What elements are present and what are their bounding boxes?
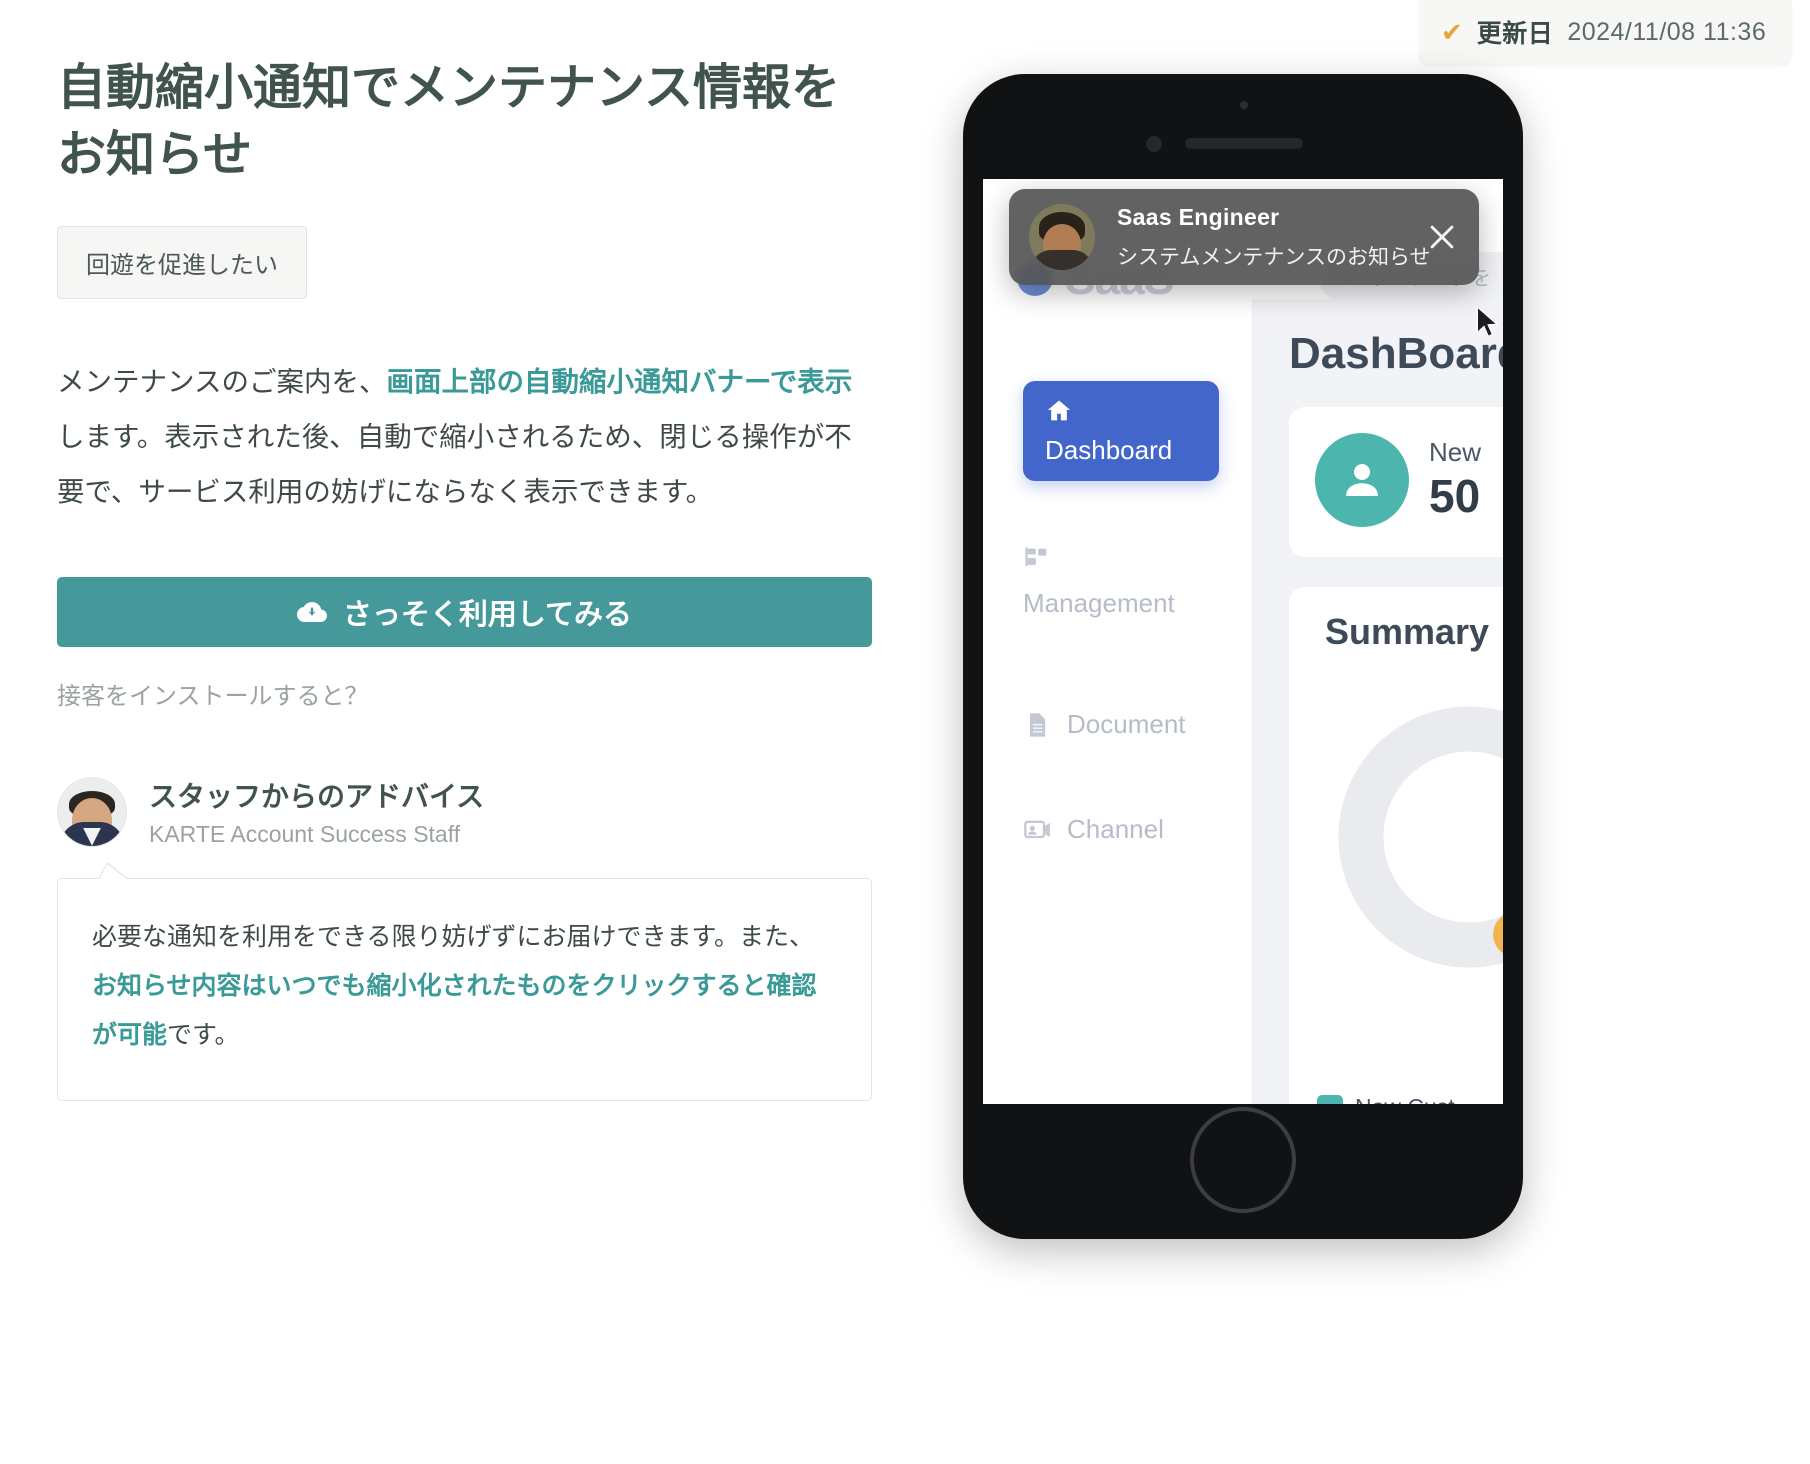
notification-title: Saas Engineer: [1117, 203, 1280, 230]
staff-role: KARTE Account Success Staff: [149, 821, 461, 848]
notification-banner[interactable]: Saas Engineer システムメンテナンスのお知らせ: [1009, 189, 1479, 285]
install-note[interactable]: 接客をインストールすると？: [57, 676, 877, 711]
phone-sensor-dot: [1240, 101, 1248, 109]
lead-paragraph: メンテナンスのご案内を、画面上部の自動縮小通知バナーで表示します。表示された後、…: [57, 354, 877, 519]
sidebar-item-dashboard[interactable]: Dashboard: [1023, 381, 1219, 481]
lead-highlight: 画面上部の自動縮小通知バナーで表示: [386, 366, 853, 398]
phone-speaker: [1185, 138, 1303, 149]
advice-bubble: 必要な通知を利用をできる限り妨げずにお届けできます。また、お知らせ内容はいつでも…: [57, 862, 872, 1101]
person-avatar-circle: [1315, 433, 1409, 527]
sidebar-item-dashboard-label: Dashboard: [1045, 435, 1173, 465]
advice-text: 必要な通知を利用をできる限り妨げずにお届けできます。また、お知らせ内容はいつでも…: [92, 913, 837, 1059]
sidebar-item-management-label: Management: [1023, 588, 1175, 618]
advice-text-1: 必要な通知を利用をできる限り妨げずにお届けできます。また、: [92, 923, 815, 952]
sidebar-item-management[interactable]: Management: [1023, 544, 1223, 619]
updated-at-value: 2024/11/08 11:36: [1567, 17, 1767, 46]
mouse-cursor-icon: [1476, 306, 1499, 338]
summary-title: Summary: [1325, 611, 1490, 652]
new-customers-card: New 50: [1289, 407, 1503, 557]
sidebar-item-document[interactable]: Document: [1023, 709, 1223, 740]
legend-swatch-icon: [1317, 1094, 1343, 1104]
channel-icon: [1024, 820, 1050, 838]
updated-at-badge: ✔ 更新日 2024/11/08 11:36: [1419, 0, 1793, 66]
check-icon: ✔: [1441, 17, 1463, 47]
updated-at-label: 更新日: [1476, 20, 1554, 48]
notification-avatar: [1029, 204, 1095, 270]
dashboard-title: DashBoard: [1289, 329, 1503, 378]
cloud-download-icon: [296, 602, 327, 623]
sidebar-item-channel[interactable]: Channel: [1023, 814, 1223, 845]
page-root: ✔ 更新日 2024/11/08 11:36 自動縮小通知でメンテナンス情報をお…: [0, 0, 1810, 1464]
sidebar-item-document-label: Document: [1067, 709, 1186, 739]
person-icon: [1346, 464, 1378, 496]
phone-screen: SaaS キーワードを Dash: [983, 179, 1503, 1104]
staff-avatar: [57, 776, 127, 847]
category-tag[interactable]: 回遊を促進したい: [57, 226, 307, 300]
advice-text-2: です。: [167, 1020, 240, 1049]
chart-legend: New Cust: [1317, 1094, 1455, 1104]
page-title: 自動縮小通知でメンテナンス情報をお知らせ: [57, 61, 841, 182]
new-card-label: New: [1429, 437, 1482, 467]
phone-home-button[interactable]: [1190, 1107, 1296, 1213]
staff-name: スタッフからのアドバイス: [149, 781, 485, 813]
donut-chart: [1338, 706, 1503, 968]
lead-text-1: メンテナンスのご案内を、: [57, 366, 387, 398]
lead-text-2: します。表示された後、自動で縮小されるため、閉じる操作が不要で、サービス利用の妨…: [57, 421, 852, 508]
close-icon[interactable]: [1425, 220, 1459, 254]
sidebar-item-channel-label: Channel: [1067, 814, 1164, 844]
phone-camera-icon: [1146, 136, 1162, 152]
home-icon: [1047, 400, 1071, 421]
content-column: 自動縮小通知でメンテナンス情報をお知らせ 回遊を促進したい メンテナンスのご案内…: [57, 55, 877, 1101]
notification-avatar-body: [1031, 250, 1093, 270]
app-sidebar: Dashboard Management Document Channel: [983, 299, 1253, 1104]
try-now-button[interactable]: さっそく利用してみる: [57, 577, 872, 648]
try-now-label: さっそく利用してみる: [342, 599, 633, 632]
notification-text: Saas Engineer システムメンテナンスのお知らせ: [1117, 203, 1431, 271]
legend-label: New Cust: [1355, 1094, 1455, 1104]
document-icon: [1030, 712, 1046, 737]
staff-meta: スタッフからのアドバイス KARTE Account Success Staff: [149, 775, 484, 848]
new-card-value: 50: [1429, 470, 1481, 522]
app-main: DashBoard New 50 Summary: [1253, 299, 1503, 1104]
sitemap-icon: [1025, 547, 1047, 567]
summary-card: Summary New Cust: [1289, 587, 1503, 1104]
notification-message: システムメンテナンスのお知らせ: [1117, 245, 1431, 269]
staff-advice-header: スタッフからのアドバイス KARTE Account Success Staff: [57, 775, 877, 848]
